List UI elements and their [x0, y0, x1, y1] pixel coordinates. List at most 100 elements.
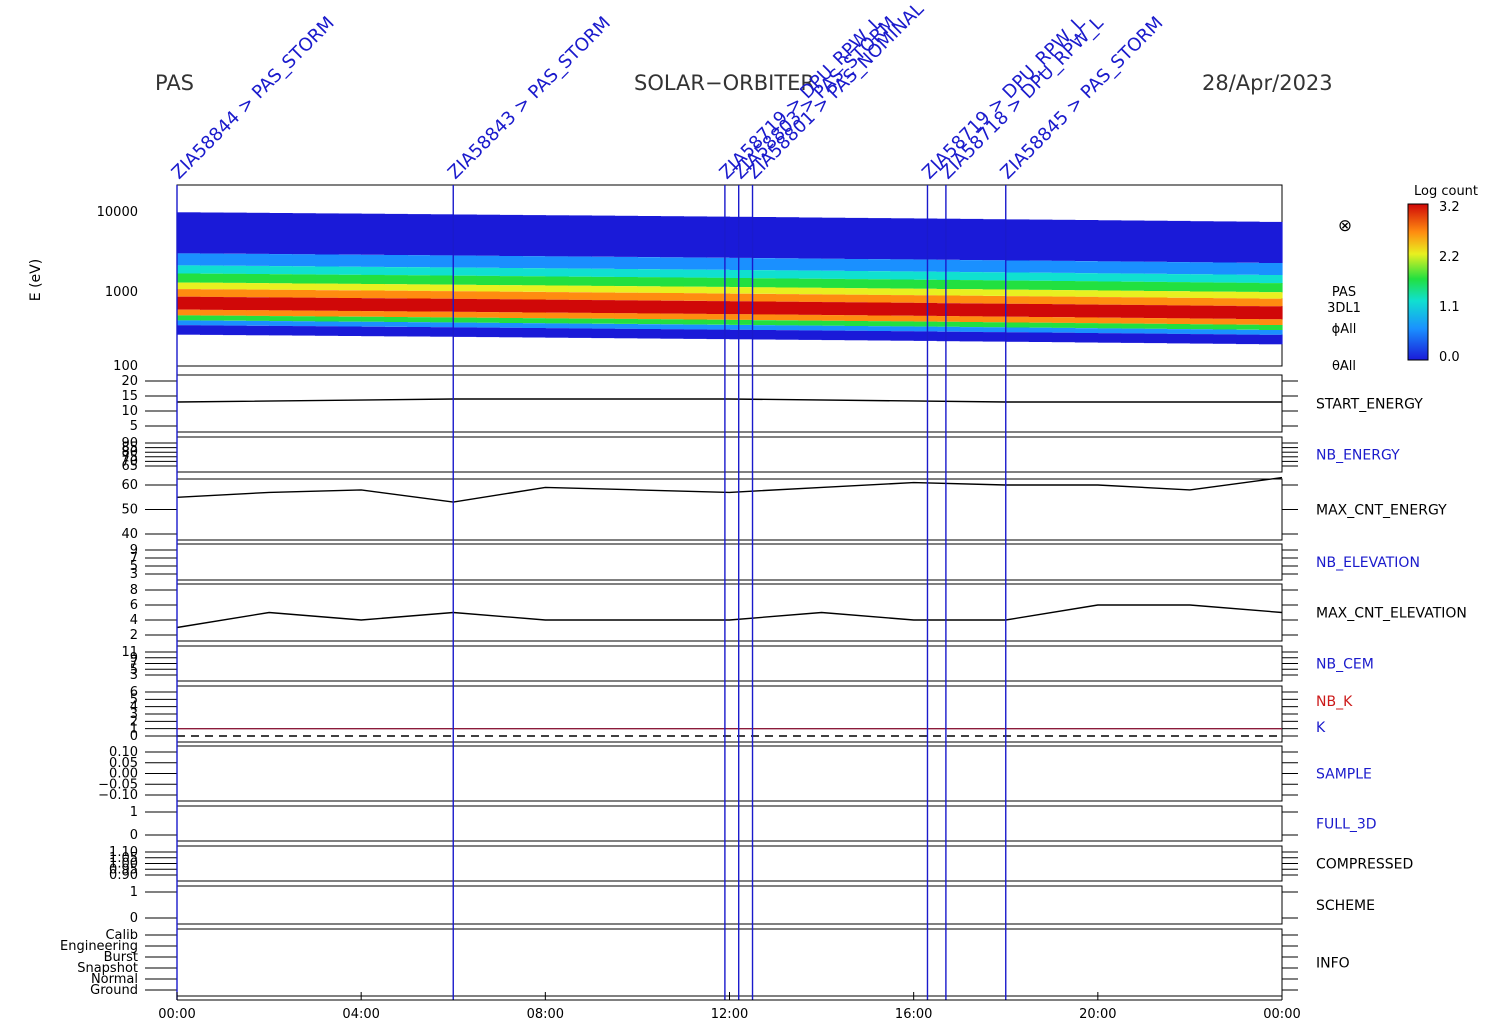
panel-nb-elevation: 9753NB_ELEVATION	[130, 543, 1420, 582]
spectrogram-band	[1236, 324, 1260, 330]
spectrogram-band	[729, 329, 754, 340]
panel-nb-cem: 119753NB_CEM	[121, 645, 1373, 683]
spectrogram-band	[683, 324, 708, 330]
spectrogram-band	[706, 324, 731, 330]
spectrogram-band	[246, 253, 270, 266]
spectrogram-band	[177, 253, 201, 266]
spectrogram-band	[499, 285, 523, 292]
colorbar: Log count 3.2 2.2 1.1 0.0	[1407, 184, 1478, 365]
time-tick-label: 00:00	[158, 1007, 195, 1020]
panel-ytick-label: 0	[130, 911, 138, 926]
spectrogram-band	[269, 254, 293, 267]
spectrogram-band	[1120, 297, 1145, 305]
spectrogram-band	[867, 315, 892, 322]
spectrogram-band	[867, 259, 892, 272]
spectrogram-band	[1120, 317, 1145, 324]
panel-frame	[176, 845, 1283, 882]
spectrogram-band	[269, 266, 293, 275]
panel-max-cnt-energy: 60 50 40 MAX_CNT_ENERGY	[121, 478, 1447, 542]
spectrogram-band	[177, 289, 201, 297]
spectrogram-band	[798, 258, 823, 271]
spectrogram-band	[913, 218, 938, 260]
spectrogram-image	[177, 212, 1283, 345]
spectrogram-band	[246, 320, 270, 326]
spectrogram-band	[384, 275, 408, 285]
spectrogram-band	[1005, 303, 1030, 317]
spectrogram-band	[545, 312, 569, 319]
spectrogram-band	[361, 316, 385, 322]
spectrogram-band	[913, 279, 938, 289]
spectrogram-band	[683, 293, 708, 301]
panel-max-cnt-elevation: 8642 MAX_CNT_ELEVATION	[130, 583, 1467, 643]
spectrogram-band	[729, 287, 754, 294]
spectrogram-band	[1236, 221, 1260, 263]
spectrogram-band	[936, 289, 961, 296]
spectrogram-band	[545, 299, 569, 313]
spectrogram-band	[568, 256, 592, 269]
spectrogram-band	[292, 321, 316, 327]
spectrogram-band	[1236, 282, 1260, 292]
spectrogram-band	[637, 300, 661, 314]
spectrogram-band	[315, 297, 339, 311]
pas-summary-figure: PAS SOLAR−ORBITER 28/Apr/2023 E (eV) 100…	[0, 0, 1512, 1022]
spectrogram-band	[1236, 274, 1260, 283]
spectrogram-band	[821, 315, 846, 321]
spectrogram-band	[1166, 329, 1191, 334]
spectrogram-band	[453, 322, 477, 328]
spectrogram-band	[1259, 221, 1283, 263]
spectrogram-band	[1097, 220, 1122, 262]
spectrogram-band	[338, 283, 362, 291]
panel-ytick-label: 60	[121, 478, 138, 493]
spectrogram-band	[591, 276, 615, 286]
spectrogram-band	[522, 215, 546, 257]
spectrogram-band	[844, 321, 869, 326]
spectrogram-band	[890, 302, 915, 316]
spectrogram-band	[453, 311, 477, 318]
spectrogram-band	[1143, 333, 1168, 344]
spectrogram-band	[1189, 305, 1214, 319]
spectrogram-band	[1212, 305, 1237, 319]
spectrogram-band	[1005, 272, 1030, 281]
spectrogram-band	[269, 283, 293, 290]
spectrogram-band	[637, 277, 661, 287]
colorbar-tick: 3.2	[1439, 200, 1460, 215]
spectrogram-band	[637, 313, 661, 320]
spectrogram-band	[1212, 298, 1237, 306]
spectrogram-band	[913, 326, 938, 332]
event-label: ZIA58843 > PAS_STORM	[444, 13, 615, 184]
spectrogram-band	[1189, 291, 1214, 298]
spectrogram-band	[752, 270, 777, 279]
spectrogram-band	[430, 311, 454, 318]
panel-ytick-label: 0	[130, 828, 138, 843]
spectrogram-band	[936, 316, 961, 322]
panel-ytick-label: 1	[130, 885, 138, 900]
spectrogram-band	[430, 322, 454, 328]
spectrogram-band	[890, 326, 915, 332]
spectrogram-band	[890, 279, 915, 289]
series-max-cnt-elevation	[176, 604, 1283, 629]
panel-frame	[176, 478, 1283, 541]
spectrogram-band	[338, 290, 362, 298]
spectrogram-band	[476, 327, 500, 338]
spectrogram-band	[1097, 328, 1122, 334]
spectrogram-band	[1189, 221, 1214, 263]
spectrogram-band	[752, 325, 777, 330]
spectrogram-band	[1212, 262, 1237, 275]
spectrogram-band	[315, 326, 339, 336]
spectrogram-band	[936, 279, 961, 289]
spectrogram-band	[591, 285, 615, 293]
panel-ytick-label: 1	[130, 805, 138, 820]
spectrogram-band	[1236, 298, 1260, 306]
spectrogram-band	[1259, 298, 1283, 307]
header-instrument: PAS	[155, 71, 194, 95]
spectrogram-band	[890, 259, 915, 272]
spectrogram-band	[775, 278, 800, 288]
spectrogram-band	[591, 256, 615, 269]
spectrogram-band	[959, 327, 984, 332]
spectrogram-band	[1189, 324, 1214, 330]
spectrogram-band	[407, 311, 431, 318]
spectrogram-band	[407, 322, 431, 327]
spectrogram-band	[223, 253, 247, 266]
spectrogram-band	[844, 217, 869, 259]
spectrogram-band	[867, 218, 892, 260]
